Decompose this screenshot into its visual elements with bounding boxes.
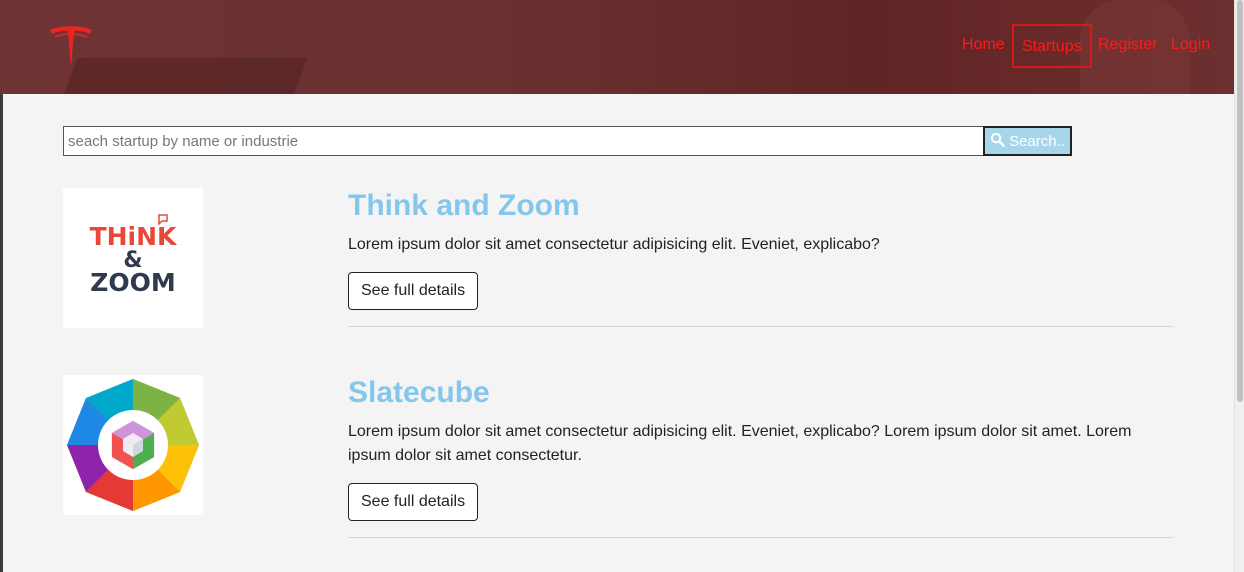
slatecube-logo-icon[interactable] xyxy=(63,375,203,515)
nav-login[interactable]: Login xyxy=(1171,24,1210,68)
nav-register[interactable]: Register xyxy=(1098,24,1158,68)
nav-startups[interactable]: Startups xyxy=(1012,24,1092,68)
startup-description: Lorem ipsum dolor sit amet consectetur a… xyxy=(348,423,1132,464)
see-full-details-button[interactable]: See full details xyxy=(348,483,479,521)
search-input[interactable] xyxy=(63,126,983,156)
think-and-zoom-logo[interactable]: THiNK & ZOOM xyxy=(63,188,203,328)
card-divider xyxy=(348,537,1173,538)
search-form: Search.. xyxy=(63,126,1072,156)
tesla-logo-icon[interactable] xyxy=(46,22,96,72)
scrollbar-thumb[interactable] xyxy=(1237,0,1243,402)
search-button-label: Search.. xyxy=(1009,132,1065,150)
vertical-scrollbar[interactable] xyxy=(1234,0,1244,572)
see-full-details-button[interactable]: See full details xyxy=(348,272,479,310)
startup-name[interactable]: Think and Zoom xyxy=(348,189,580,223)
startup-name[interactable]: Slatecube xyxy=(348,376,490,410)
nav-home[interactable]: Home xyxy=(962,24,1005,68)
logo-text-think: THiNK xyxy=(90,222,178,251)
search-icon xyxy=(990,132,1005,151)
site-header: Home Startups Register Login xyxy=(0,0,1234,94)
card-divider xyxy=(348,326,1173,327)
logo-text-zoom: ZOOM xyxy=(90,268,176,297)
startup-description: Lorem ipsum dolor sit amet consectetur a… xyxy=(348,236,880,253)
search-button[interactable]: Search.. xyxy=(983,126,1072,156)
header-background-shape xyxy=(62,58,308,94)
